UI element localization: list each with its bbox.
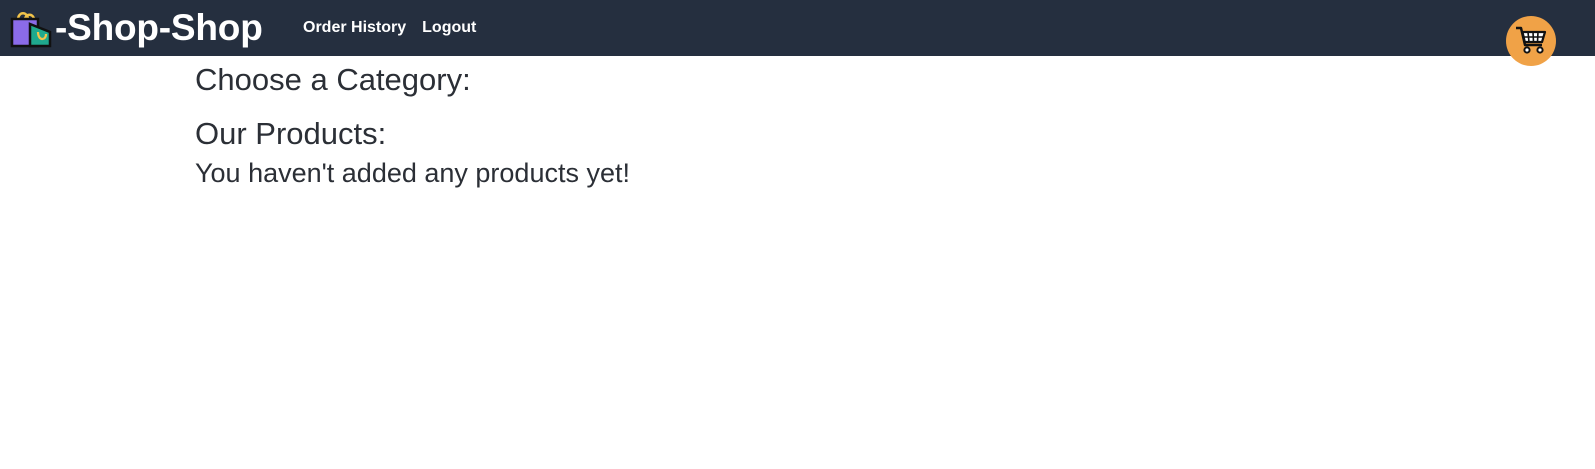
shopping-cart-icon bbox=[1513, 21, 1549, 62]
main-nav: Order History Logout bbox=[303, 18, 476, 38]
top-navbar: -Shop-Shop Order History Logout bbox=[0, 0, 1595, 56]
empty-products-message: You haven't added any products yet! bbox=[195, 158, 630, 188]
cart-button[interactable] bbox=[1506, 16, 1556, 66]
main-content: Choose a Category: Our Products: You hav… bbox=[195, 60, 630, 190]
order-history-link[interactable]: Order History bbox=[303, 18, 406, 38]
brand-title: -Shop-Shop bbox=[55, 7, 263, 48]
shopping-bag-icon bbox=[10, 8, 52, 48]
brand-home-link[interactable]: -Shop-Shop bbox=[10, 8, 263, 48]
products-heading: Our Products: bbox=[195, 116, 387, 151]
logout-link[interactable]: Logout bbox=[422, 18, 476, 38]
category-heading: Choose a Category: bbox=[195, 62, 471, 97]
